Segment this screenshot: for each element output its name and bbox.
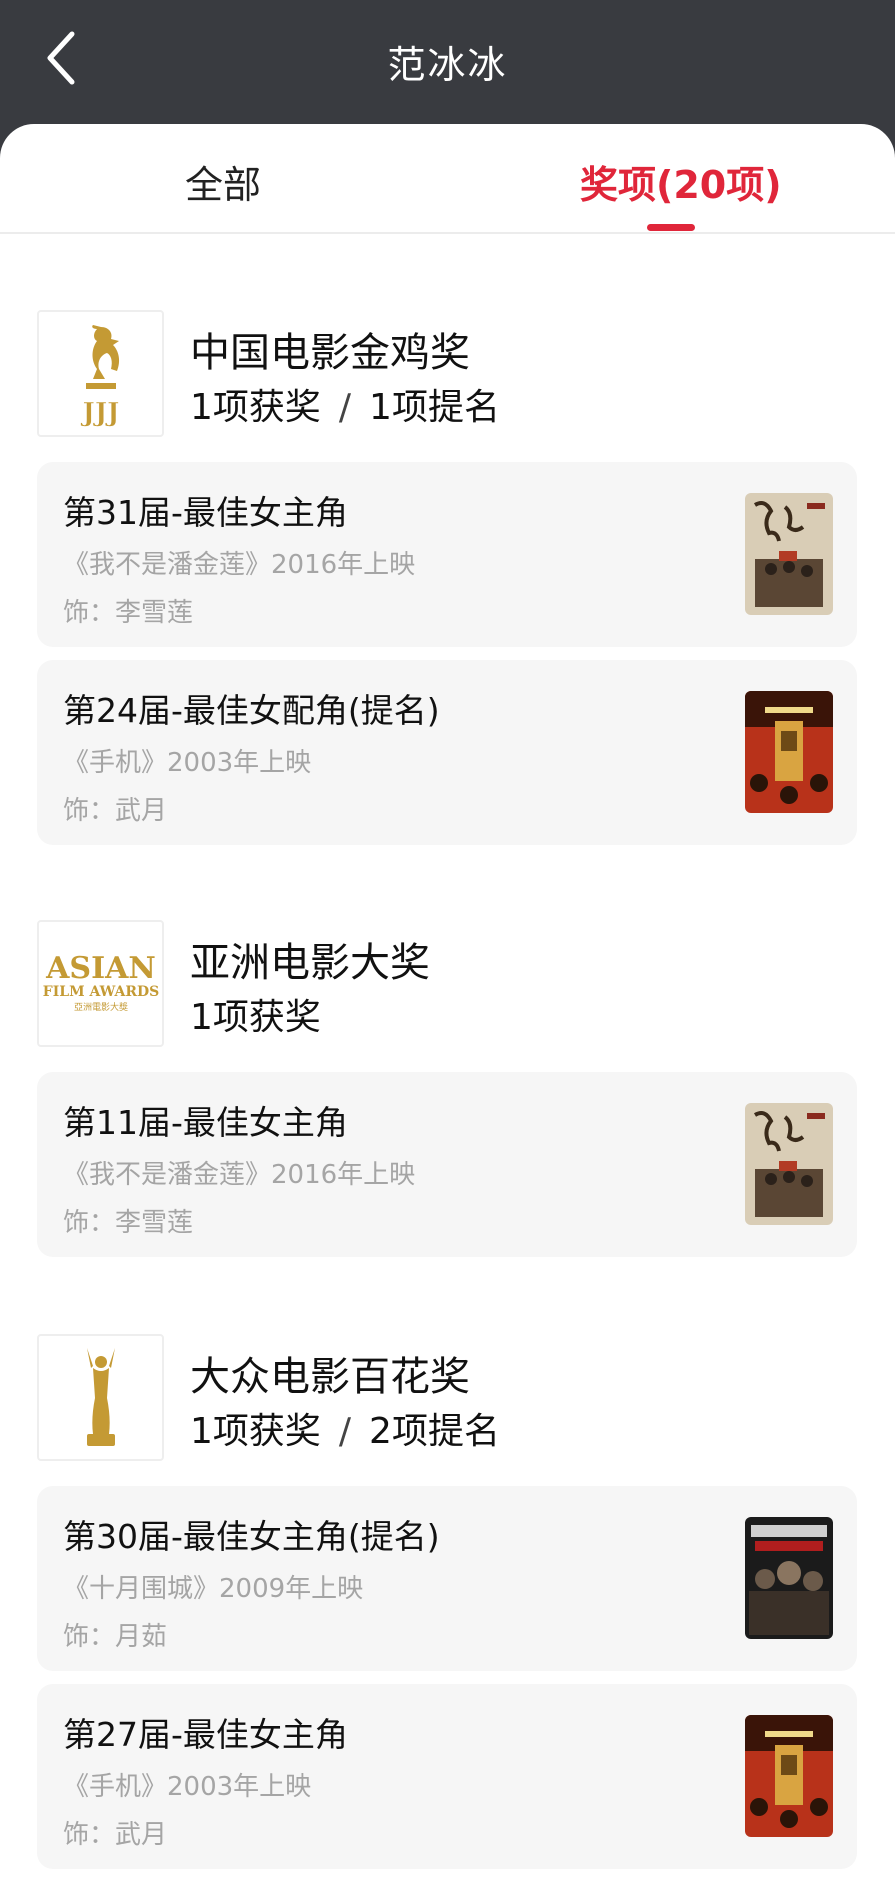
film-info: 《我不是潘金莲》2016年上映 (63, 550, 416, 580)
award-title: 第30届-最佳女主角(提名) (63, 1517, 440, 1556)
film-info: 《手机》2003年上映 (63, 1772, 312, 1802)
wins-count: 1项获奖 (190, 997, 321, 1038)
hundred-flowers-trophy-logo-icon (37, 1334, 164, 1461)
award-card[interactable]: 第11届-最佳女主角 《我不是潘金莲》2016年上映 饰：李雪莲 (37, 1072, 857, 1257)
role-info: 饰：李雪莲 (63, 598, 194, 628)
award-title: 第31届-最佳女主角 (63, 493, 348, 532)
role-info: 饰：武月 (63, 796, 168, 826)
count-separator: / (338, 1411, 352, 1452)
film-poster[interactable] (745, 1517, 833, 1639)
award-count: 1项获奖 (190, 988, 321, 1040)
award-card[interactable]: 第27届-最佳女主角 《手机》2003年上映 饰：武月 (37, 1684, 857, 1869)
logo-text: FILM AWARDS (42, 984, 158, 1000)
film-info: 《手机》2003年上映 (63, 748, 312, 778)
film-poster[interactable] (745, 691, 833, 813)
award-count: 1项获奖 / 1项提名 (190, 378, 500, 430)
award-card[interactable]: 第24届-最佳女配角(提名) 《手机》2003年上映 饰：武月 (37, 660, 857, 845)
top-bar: 范冰冰 (0, 0, 895, 125)
page-title: 范冰冰 (387, 43, 508, 87)
logo-text: ASIAN (45, 951, 156, 986)
wins-count: 1项获奖 (190, 1411, 321, 1452)
asian-film-awards-logo-icon: ASIAN FILM AWARDS 亞洲電影大獎 (37, 920, 164, 1047)
award-card[interactable]: 第30届-最佳女主角(提名) 《十月围城》2009年上映 饰：月茹 (37, 1486, 857, 1671)
award-name: 中国电影金鸡奖 (190, 330, 470, 376)
count-separator: / (338, 387, 352, 428)
svg-text:JJJ: JJJ (80, 398, 119, 428)
film-poster[interactable] (745, 1103, 833, 1225)
tab-all[interactable]: 全部 (185, 154, 261, 209)
award-title: 第27届-最佳女主角 (63, 1715, 348, 1754)
film-info: 《我不是潘金莲》2016年上映 (63, 1160, 416, 1190)
role-info: 饰：月茹 (63, 1622, 168, 1652)
nominations-count: 1项提名 (369, 387, 500, 428)
golden-rooster-logo-icon: JJJ (37, 310, 164, 437)
award-card[interactable]: 第31届-最佳女主角 《我不是潘金莲》2016年上映 饰：李雪莲 (37, 462, 857, 647)
award-title: 第11届-最佳女主角 (63, 1103, 348, 1142)
award-name: 大众电影百花奖 (190, 1354, 470, 1400)
role-info: 饰：武月 (63, 1820, 168, 1850)
logo-text: 亞洲電影大獎 (73, 1001, 127, 1013)
tab-bar: 全部 奖项(20项) (0, 124, 895, 234)
content-sheet: 全部 奖项(20项) JJJ 中国电影金鸡奖 1项获奖 / 1项提名 第31届-最佳… (0, 124, 895, 1878)
award-title: 第24届-最佳女配角(提名) (63, 691, 440, 730)
film-poster[interactable] (745, 493, 833, 615)
tab-awards[interactable]: 奖项(20项) (580, 154, 782, 209)
award-name: 亚洲电影大奖 (190, 940, 430, 986)
role-info: 饰：李雪莲 (63, 1208, 194, 1238)
film-poster[interactable] (745, 1715, 833, 1837)
film-info: 《十月围城》2009年上映 (63, 1574, 364, 1604)
wins-count: 1项获奖 (190, 387, 321, 428)
award-count: 1项获奖 / 2项提名 (190, 1402, 500, 1454)
nominations-count: 2项提名 (369, 1411, 500, 1452)
active-tab-indicator (647, 224, 695, 231)
